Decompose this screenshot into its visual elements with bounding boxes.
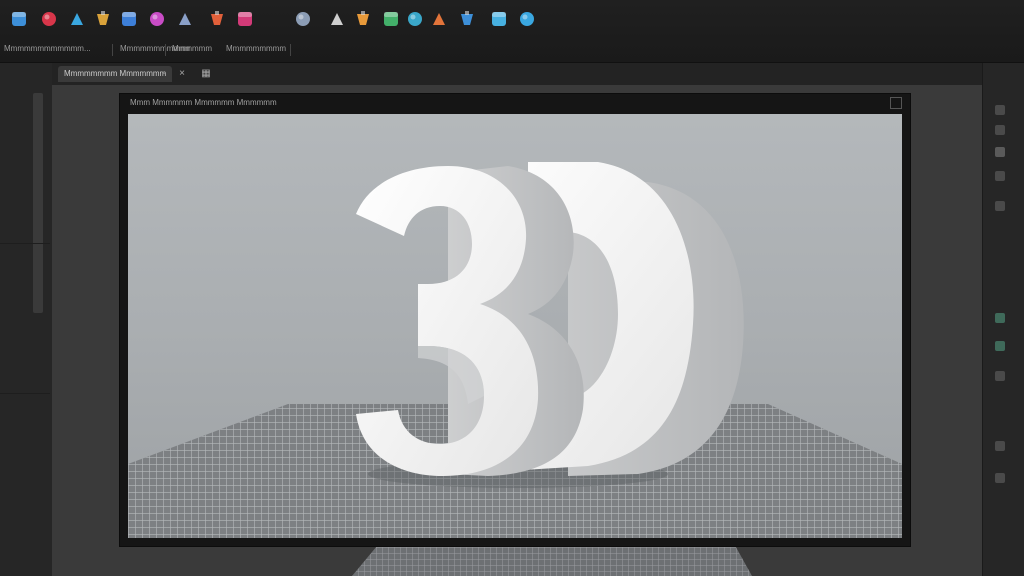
close-tab-icon[interactable]: ×: [176, 68, 188, 80]
viewport-title: Mmm Mmmmmm Mmmmmm Mmmmmm: [130, 98, 277, 107]
ring-tool-icon[interactable]: [292, 8, 314, 30]
material-tool-icon[interactable]: [118, 8, 140, 30]
left-dock-scrollbar[interactable]: [33, 93, 43, 313]
cube-tool-icon[interactable]: [8, 8, 30, 30]
scene-icon[interactable]: [995, 313, 1005, 323]
render-settings-icon[interactable]: [995, 341, 1005, 351]
world-icon[interactable]: [995, 201, 1005, 211]
main-toolbar: Mmmmmmmmmmmm... Mmmmmmmmmmm mm Mmmm mm Mmm…: [0, 0, 1024, 63]
material-panel-icon[interactable]: [995, 171, 1005, 181]
sculpt-tool-icon[interactable]: [206, 8, 228, 30]
3d-viewport[interactable]: [128, 114, 902, 538]
curve-tool-icon[interactable]: [92, 8, 114, 30]
sphere-tool-icon[interactable]: [38, 8, 60, 30]
physics-icon[interactable]: [995, 473, 1005, 483]
camera-tool-icon[interactable]: [456, 8, 478, 30]
status-row: Mmmmmmmmmmmm... Mmmmmmmmmmm mm Mmmm mm Mmm…: [0, 40, 1024, 60]
lock-icon[interactable]: ◦: [158, 68, 170, 80]
properties-icon[interactable]: [995, 105, 1005, 115]
modifier-icon[interactable]: [995, 125, 1005, 135]
status-field-3: Mmmmmm: [172, 44, 212, 53]
left-dock-panel: [0, 63, 53, 576]
brush-tool-icon[interactable]: [234, 8, 256, 30]
object-data-icon[interactable]: [995, 147, 1005, 157]
render-tool-icon[interactable]: [516, 8, 538, 30]
sun-tool-icon[interactable]: [428, 8, 450, 30]
pen-tool-icon[interactable]: [404, 8, 426, 30]
viewport-maximize-button[interactable]: [890, 97, 902, 109]
knife-tool-icon[interactable]: [326, 8, 348, 30]
tab-viewport[interactable]: Mmmmmmmm Mmmmmmm: [58, 66, 173, 82]
right-dock-panel: [982, 63, 1024, 576]
output-icon[interactable]: [995, 371, 1005, 381]
torus-tool-icon[interactable]: [146, 8, 168, 30]
pin-tool-icon[interactable]: [380, 8, 402, 30]
light-tool-icon[interactable]: [352, 8, 374, 30]
paint-tool-icon[interactable]: [66, 8, 88, 30]
tool-row: [0, 8, 600, 40]
status-field-1: Mmmmmmmmmmmm...: [4, 44, 91, 53]
new-tab-icon[interactable]: ▦: [200, 68, 212, 80]
document-tab-bar: Mmmmmmmm Mmmmmmm ◦ × ▦: [52, 63, 1024, 85]
box-select-icon[interactable]: [174, 8, 196, 30]
viewport-window: Mmm Mmmmmm Mmmmmm Mmmmmm: [120, 94, 910, 546]
figure-tool-icon[interactable]: [488, 8, 510, 30]
constraints-icon[interactable]: [995, 441, 1005, 451]
status-field-4: Mmmmmmmmmmmmmmm: [226, 44, 286, 53]
scene-render: [128, 162, 902, 538]
